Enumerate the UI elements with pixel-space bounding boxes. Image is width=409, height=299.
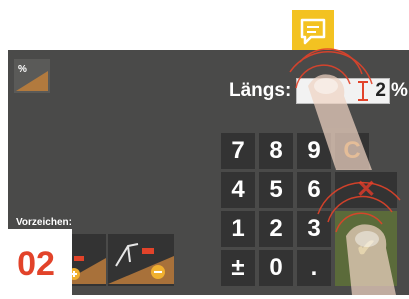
text-cursor-icon [355,80,371,102]
chat-bubble-icon [292,10,334,52]
page-number: 02 [0,229,72,295]
unit-label: % [391,80,408,101]
key-plus-minus[interactable]: ± [221,250,255,286]
key-9[interactable]: 9 [297,133,331,169]
slope-percent-icon[interactable]: % [14,59,50,93]
key-delete[interactable]: ✕ [335,172,397,208]
key-7[interactable]: 7 [221,133,255,169]
field-label-laengs: Längs: [229,80,292,101]
key-3[interactable]: 3 [297,211,331,247]
slope-value-text: 2 [375,80,386,101]
slope-minus-icon [108,243,174,284]
key-1[interactable]: 1 [221,211,255,247]
key-0[interactable]: 0 [259,250,293,286]
key-decimal[interactable]: . [297,250,331,286]
key-clear[interactable]: C [335,133,369,169]
key-confirm[interactable]: ✔ [335,211,397,286]
slope-icon-label: % [18,64,27,75]
key-5[interactable]: 5 [259,172,293,208]
sign-minus-button[interactable] [108,234,174,286]
key-4[interactable]: 4 [221,172,255,208]
sign-label: Vorzeichen: [16,217,72,228]
key-8[interactable]: 8 [259,133,293,169]
key-2[interactable]: 2 [259,211,293,247]
key-6[interactable]: 6 [297,172,331,208]
